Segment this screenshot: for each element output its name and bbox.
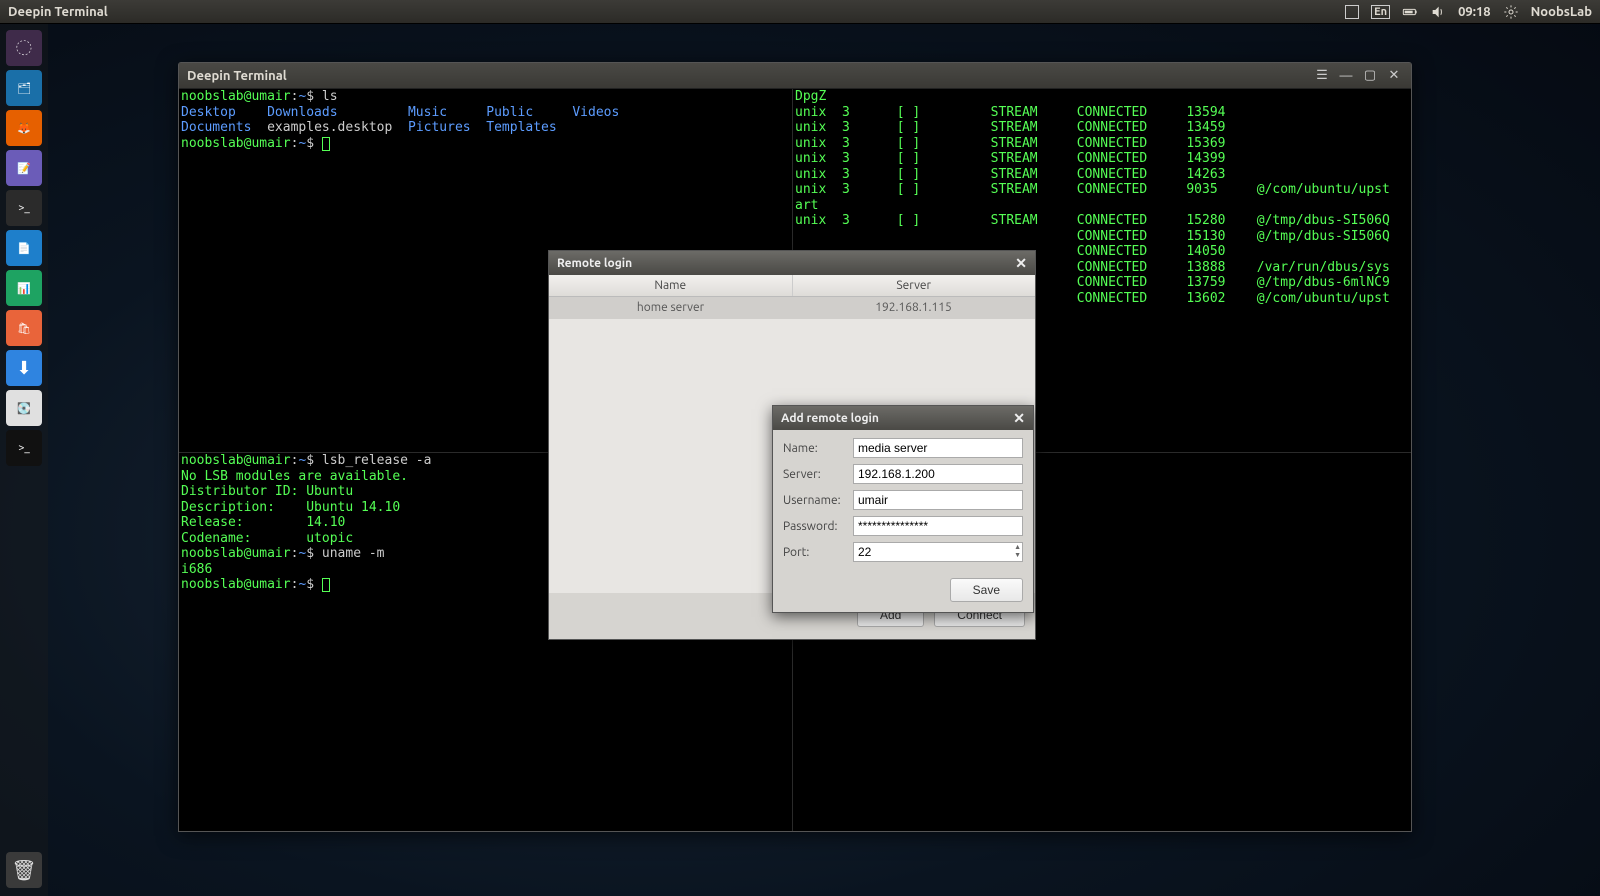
dialog-titlebar[interactable]: Add remote login ✕ bbox=[773, 406, 1033, 430]
dialog-title: Add remote login bbox=[781, 412, 1013, 425]
launcher-item-firefox[interactable]: 🦊 bbox=[6, 110, 42, 146]
col-name[interactable]: Name bbox=[549, 275, 793, 296]
window-title: Deepin Terminal bbox=[187, 69, 1307, 83]
window-titlebar[interactable]: Deepin Terminal ☰ — ▢ ✕ bbox=[179, 63, 1411, 89]
label-server: Server: bbox=[783, 468, 853, 481]
server-input[interactable] bbox=[853, 464, 1023, 484]
launcher-item-editor[interactable]: 📝 bbox=[6, 150, 42, 186]
server-list-header: Name Server bbox=[549, 275, 1035, 297]
cursor bbox=[322, 137, 330, 151]
terminal-line: art bbox=[795, 198, 1409, 214]
terminal-line: unix 3 [ ] STREAM CONNECTED 13594 bbox=[795, 105, 1409, 121]
password-input[interactable] bbox=[853, 516, 1023, 536]
col-server[interactable]: Server bbox=[793, 275, 1036, 296]
terminal-line: unix 3 [ ] STREAM CONNECTED 15369 bbox=[795, 136, 1409, 152]
label-name: Name: bbox=[783, 442, 853, 455]
terminal-line: unix 3 [ ] STREAM CONNECTED 14263 bbox=[795, 167, 1409, 183]
battery-icon[interactable] bbox=[1402, 4, 1418, 20]
trash-icon[interactable]: 🗑 bbox=[6, 852, 42, 888]
dialog-titlebar[interactable]: Remote login ✕ bbox=[549, 251, 1035, 275]
window-menu-icon[interactable]: ☰ bbox=[1313, 67, 1331, 85]
launcher-item-writer[interactable]: 📄 bbox=[6, 230, 42, 266]
terminal-line: Desktop Downloads Music Public Videos bbox=[181, 105, 790, 121]
minimize-icon[interactable]: — bbox=[1337, 67, 1355, 85]
top-panel: Deepin Terminal En 09:18 NoobsLab bbox=[0, 0, 1600, 24]
user-menu[interactable]: NoobsLab bbox=[1531, 5, 1592, 19]
maximize-icon[interactable]: ▢ bbox=[1361, 67, 1379, 85]
terminal-line: unix 3 [ ] STREAM CONNECTED 15280 @/tmp/… bbox=[795, 213, 1409, 229]
terminal-line: unix 3 [ ] STREAM CONNECTED 13459 bbox=[795, 120, 1409, 136]
label-password: Password: bbox=[783, 520, 853, 533]
server-row[interactable]: home server192.168.1.115 bbox=[549, 297, 1035, 319]
port-stepper[interactable]: ▲▼ bbox=[1014, 543, 1021, 559]
terminal-line: unix 3 [ ] STREAM CONNECTED 9035 @/com/u… bbox=[795, 182, 1409, 198]
close-icon[interactable]: ✕ bbox=[1013, 410, 1025, 427]
close-icon[interactable]: ✕ bbox=[1385, 67, 1403, 85]
launcher-item-files[interactable]: 🗂 bbox=[6, 70, 42, 106]
row-server: 192.168.1.115 bbox=[792, 297, 1035, 319]
launcher-item-calc[interactable]: 📊 bbox=[6, 270, 42, 306]
close-icon[interactable]: ✕ bbox=[1015, 255, 1027, 272]
cursor bbox=[322, 578, 330, 592]
active-app-title: Deepin Terminal bbox=[8, 5, 1345, 19]
name-input[interactable] bbox=[853, 438, 1023, 458]
keyboard-layout-indicator[interactable]: En bbox=[1371, 5, 1390, 19]
label-username: Username: bbox=[783, 494, 853, 507]
launcher-item-download[interactable]: ⬇ bbox=[6, 350, 42, 386]
terminal-line: noobslab@umair:~$ ls bbox=[181, 89, 790, 105]
add-remote-login-dialog: Add remote login ✕ Name: Server: Usernam… bbox=[772, 405, 1034, 613]
workspace-icon[interactable] bbox=[1345, 5, 1359, 19]
gear-icon[interactable] bbox=[1503, 4, 1519, 20]
unity-launcher: ◌ 🗂 🦊 📝 >_ 📄 📊 🛍 ⬇ 💽 >_ 🗑 bbox=[0, 24, 48, 896]
terminal-line: CONNECTED 15130 @/tmp/dbus-SI506Q bbox=[795, 229, 1409, 245]
launcher-item-deepin-terminal[interactable]: >_ bbox=[6, 430, 42, 466]
username-input[interactable] bbox=[853, 490, 1023, 510]
terminal-line: DpgZ bbox=[795, 89, 1409, 105]
launcher-item-terminal[interactable]: >_ bbox=[6, 190, 42, 226]
dialog-title: Remote login bbox=[557, 257, 1015, 270]
clock[interactable]: 09:18 bbox=[1458, 5, 1491, 19]
terminal-line: Documents examples.desktop Pictures Temp… bbox=[181, 120, 790, 136]
launcher-item-disks[interactable]: 💽 bbox=[6, 390, 42, 426]
row-name: home server bbox=[549, 297, 792, 319]
terminal-line: unix 3 [ ] STREAM CONNECTED 14399 bbox=[795, 151, 1409, 167]
save-button[interactable]: Save bbox=[950, 578, 1023, 602]
launcher-item-software[interactable]: 🛍 bbox=[6, 310, 42, 346]
terminal-line: noobslab@umair:~$ bbox=[181, 136, 790, 152]
port-input[interactable] bbox=[853, 542, 1023, 562]
label-port: Port: bbox=[783, 546, 853, 559]
launcher-item-ubuntu-dash[interactable]: ◌ bbox=[6, 30, 42, 66]
volume-icon[interactable] bbox=[1430, 4, 1446, 20]
